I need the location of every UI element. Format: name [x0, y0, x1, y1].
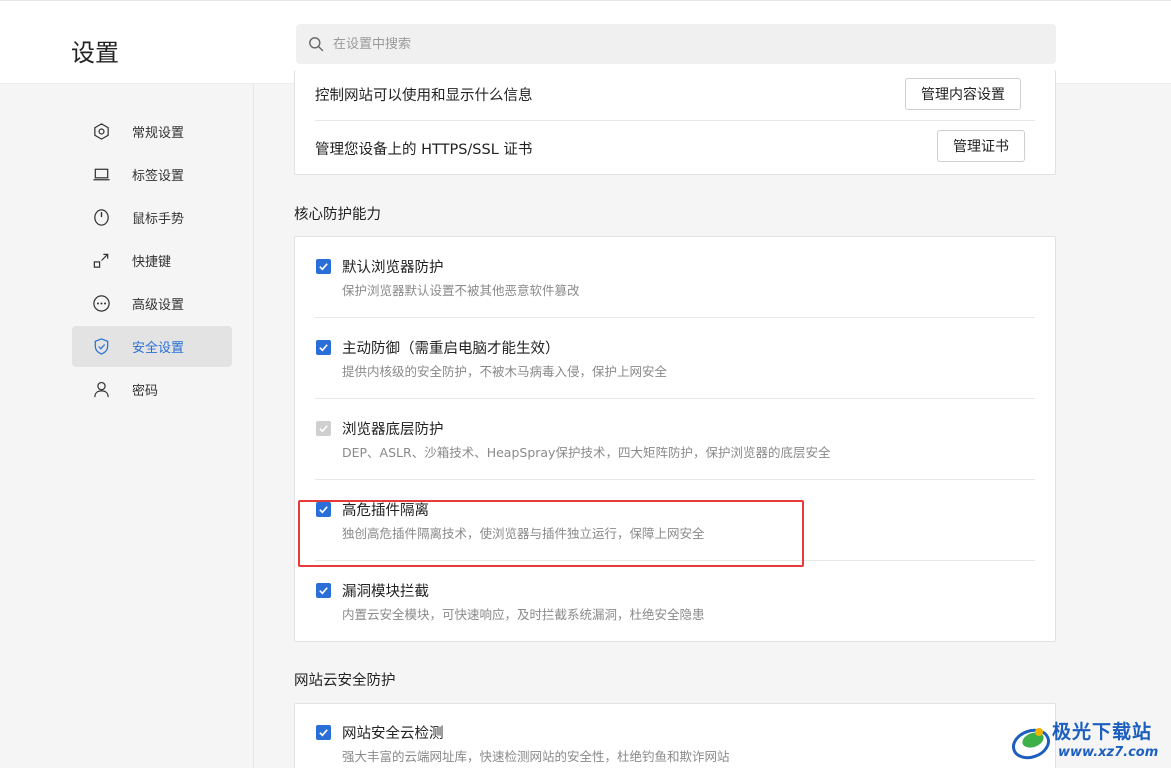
option-description: 独创高危插件隔离技术，使浏览器与插件独立运行，保障上网安全 [342, 526, 705, 541]
active-defense-checkbox[interactable] [316, 340, 331, 355]
website-cloud-check-checkbox[interactable] [316, 725, 331, 740]
option-description: DEP、ASLR、沙箱技术、HeapSpray保护技术，四大矩阵防护，保护浏览器… [342, 445, 831, 460]
checkmark-icon [319, 263, 328, 271]
divider [315, 317, 1035, 318]
sidebar-item-general[interactable]: 常规设置 [72, 111, 232, 152]
checkmark-icon [319, 587, 328, 595]
checkmark-icon [319, 729, 328, 737]
manage-content-settings-button[interactable]: 管理内容设置 [905, 78, 1021, 110]
search-box[interactable] [296, 24, 1056, 64]
option-title: 默认浏览器防护 [342, 260, 444, 276]
laptop-icon [91, 165, 111, 185]
core-protection-title: 核心防护能力 [294, 207, 381, 223]
watermark-logo-icon [1012, 728, 1050, 760]
more-icon [91, 294, 111, 314]
search-input[interactable] [333, 36, 1013, 52]
sidebar-item-label: 常规设置 [132, 126, 185, 141]
sidebar-item-label: 快捷键 [132, 255, 172, 270]
watermark-url: www.xz7.com [1058, 745, 1159, 760]
sidebar-item-security[interactable]: 安全设置 [72, 326, 232, 367]
shortcut-icon [91, 251, 111, 271]
option-description: 保护浏览器默认设置不被其他恶意软件篡改 [342, 283, 580, 298]
option-title: 主动防御（需重启电脑才能生效） [342, 341, 560, 357]
option-description: 内置云安全模块，可快速响应，及时拦截系统漏洞，杜绝安全隐患 [342, 607, 705, 622]
search-icon [309, 37, 324, 52]
checkmark-icon [319, 425, 328, 433]
core-protection-card: 默认浏览器防护 保护浏览器默认设置不被其他恶意软件篡改 主动防御（需重启电脑才能… [294, 236, 1056, 642]
certificates-text: 管理您设备上的 HTTPS/SSL 证书 [315, 142, 533, 158]
option-title: 高危插件隔离 [342, 503, 429, 519]
sidebar-item-advanced[interactable]: 高级设置 [72, 283, 232, 324]
watermark: 极光下载站 www.xz7.com [1008, 714, 1168, 768]
sidebar-item-tabs[interactable]: 标签设置 [72, 154, 232, 195]
option-title: 网站安全云检测 [342, 726, 444, 742]
mouse-icon [91, 208, 111, 228]
divider [315, 120, 1035, 121]
content-settings-text: 控制网站可以使用和显示什么信息 [315, 88, 533, 104]
option-description: 强大丰富的云端网址库，快速检测网站的安全性，杜绝钓鱼和欺诈网站 [342, 749, 730, 764]
sidebar: 常规设置 标签设置 鼠标手势 快捷键 高级设置 安全设置 密码 [0, 84, 254, 768]
shield-icon [91, 337, 111, 357]
hexagon-icon [91, 122, 111, 142]
sidebar-item-label: 鼠标手势 [132, 212, 185, 227]
sidebar-item-label: 标签设置 [132, 169, 185, 184]
person-icon [91, 380, 111, 400]
vulnerability-module-block-checkbox[interactable] [316, 583, 331, 598]
divider [315, 479, 1035, 480]
high-risk-plugin-isolation-checkbox[interactable] [316, 502, 331, 517]
content-settings-card: 控制网站可以使用和显示什么信息 管理内容设置 管理您设备上的 HTTPS/SSL… [294, 70, 1056, 175]
option-title: 漏洞模块拦截 [342, 584, 429, 600]
default-browser-protection-checkbox[interactable] [316, 259, 331, 274]
manage-certificates-button[interactable]: 管理证书 [937, 130, 1025, 162]
checkmark-icon [319, 344, 328, 352]
divider [315, 560, 1035, 561]
sidebar-item-label: 高级设置 [132, 298, 185, 313]
option-description: 提供内核级的安全防护，不被木马病毒入侵，保护上网安全 [342, 364, 668, 379]
sidebar-item-label: 密码 [132, 384, 159, 399]
page-title: 设置 [71, 39, 119, 67]
browser-low-level-protection-checkbox [316, 421, 331, 436]
sidebar-item-mouse-gestures[interactable]: 鼠标手势 [72, 197, 232, 238]
web-cloud-protection-card: 网站安全云检测 强大丰富的云端网址库，快速检测网站的安全性，杜绝钓鱼和欺诈网站 [294, 703, 1056, 768]
checkmark-icon [319, 506, 328, 514]
sidebar-item-label: 安全设置 [132, 341, 185, 356]
watermark-name: 极光下载站 [1052, 721, 1153, 743]
option-title: 浏览器底层防护 [342, 422, 444, 438]
divider [315, 398, 1035, 399]
sidebar-item-passwords[interactable]: 密码 [72, 369, 232, 410]
sidebar-item-shortcuts[interactable]: 快捷键 [72, 240, 232, 281]
web-cloud-protection-title: 网站云安全防护 [294, 673, 396, 689]
